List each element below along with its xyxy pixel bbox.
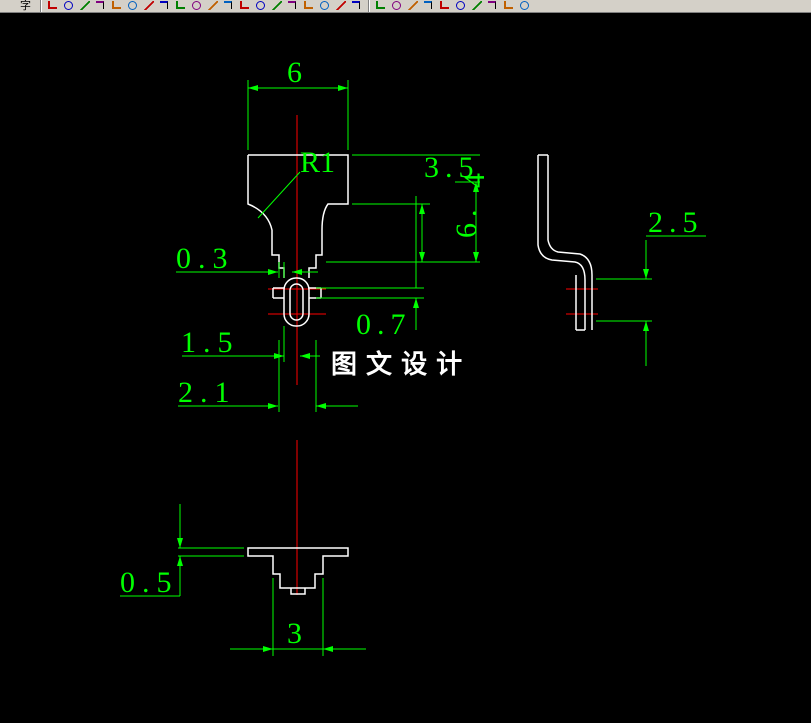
marker-icon bbox=[288, 1, 296, 9]
hatch-alt-icon bbox=[440, 1, 449, 9]
xline-icon bbox=[472, 1, 482, 10]
dim-radius: R1 bbox=[300, 146, 335, 179]
grid-snap-button[interactable] bbox=[46, 0, 60, 11]
dim-outer: 2.1 bbox=[178, 376, 237, 409]
fan-icon bbox=[488, 1, 496, 9]
pipe-button[interactable] bbox=[158, 0, 172, 11]
target-icon bbox=[272, 1, 282, 10]
block-icon bbox=[176, 1, 185, 9]
diagonal-button[interactable] bbox=[454, 0, 468, 11]
xline-button[interactable] bbox=[470, 0, 484, 11]
tee-button[interactable] bbox=[318, 0, 332, 11]
insert-icon bbox=[144, 1, 154, 10]
gear-icon bbox=[256, 1, 265, 10]
dim-height-b: 4 bbox=[458, 173, 491, 188]
print-icon bbox=[80, 1, 90, 10]
bottom-view bbox=[247, 547, 349, 595]
drawing-canvas[interactable]: 6 R1 3.5 4 6. 0.3 0.7 1.5 2.1 2.5 0.5 3 … bbox=[0, 12, 811, 723]
target-button[interactable] bbox=[270, 0, 284, 11]
dimension-icon bbox=[336, 1, 346, 10]
arrow-button[interactable] bbox=[390, 0, 404, 11]
dim-top-width: 6 bbox=[287, 56, 302, 89]
circle-button[interactable] bbox=[110, 0, 124, 11]
pipe-icon bbox=[160, 1, 168, 9]
fan-button[interactable] bbox=[486, 0, 500, 11]
hatch-icon bbox=[128, 1, 137, 10]
diagonal-icon bbox=[456, 1, 465, 10]
column-icon bbox=[304, 1, 313, 9]
dim-slot: 1.5 bbox=[181, 326, 240, 359]
bottom-pin bbox=[290, 588, 306, 595]
dim-height-c: 6. bbox=[450, 204, 483, 239]
side-profile-outer bbox=[537, 155, 586, 330]
block-button[interactable] bbox=[174, 0, 188, 11]
dim-thickness: 0.5 bbox=[120, 566, 179, 599]
mirror-button[interactable] bbox=[406, 0, 420, 11]
zigzag-icon bbox=[520, 1, 529, 10]
arc-button[interactable] bbox=[502, 0, 516, 11]
line-icon bbox=[96, 1, 104, 9]
tee-icon bbox=[320, 1, 329, 10]
circle-icon bbox=[112, 1, 121, 9]
front-view bbox=[247, 154, 349, 327]
frame-icon bbox=[424, 1, 432, 9]
frame-button[interactable] bbox=[422, 0, 436, 11]
arrow-icon bbox=[392, 1, 401, 10]
print-button[interactable] bbox=[78, 0, 92, 11]
curve-icon bbox=[192, 1, 201, 10]
insert-button[interactable] bbox=[142, 0, 156, 11]
column-button[interactable] bbox=[302, 0, 316, 11]
layer-button[interactable] bbox=[62, 0, 76, 11]
marker-button[interactable] bbox=[286, 0, 300, 11]
joint-button[interactable] bbox=[222, 0, 236, 11]
dim-bottom-width: 3 bbox=[287, 617, 302, 650]
joint-icon bbox=[224, 1, 232, 9]
zigzag-button[interactable] bbox=[518, 0, 532, 11]
dimension-button[interactable] bbox=[334, 0, 348, 11]
dim-side-offset: 2.5 bbox=[648, 206, 704, 239]
arc-icon bbox=[504, 1, 513, 9]
pencil-button[interactable] bbox=[206, 0, 220, 11]
layer-icon bbox=[64, 1, 73, 10]
toolbar-separator bbox=[40, 0, 42, 12]
curve-button[interactable] bbox=[190, 0, 204, 11]
angle-icon bbox=[352, 1, 360, 9]
line-button[interactable] bbox=[94, 0, 108, 11]
side-bottom-edge bbox=[575, 275, 585, 331]
bottom-flange bbox=[247, 547, 349, 589]
watermark: 图 文 设 计 bbox=[331, 349, 462, 380]
pencil-icon bbox=[208, 1, 218, 10]
cross-icon bbox=[240, 1, 249, 9]
toolbar-separator bbox=[368, 0, 370, 12]
hatch-button[interactable] bbox=[126, 0, 140, 11]
square-button[interactable] bbox=[374, 0, 388, 11]
dim-gap: 0.7 bbox=[356, 308, 412, 341]
dim-neck: 0.3 bbox=[176, 242, 235, 275]
side-view bbox=[537, 154, 593, 331]
text-tool-button[interactable]: 字 bbox=[0, 0, 36, 12]
gear-button[interactable] bbox=[254, 0, 268, 11]
square-icon bbox=[376, 1, 385, 9]
grid-snap-icon bbox=[48, 1, 57, 9]
hatch-alt-button[interactable] bbox=[438, 0, 452, 11]
cross-button[interactable] bbox=[238, 0, 252, 11]
angle-button[interactable] bbox=[350, 0, 364, 11]
mirror-icon bbox=[408, 1, 418, 10]
